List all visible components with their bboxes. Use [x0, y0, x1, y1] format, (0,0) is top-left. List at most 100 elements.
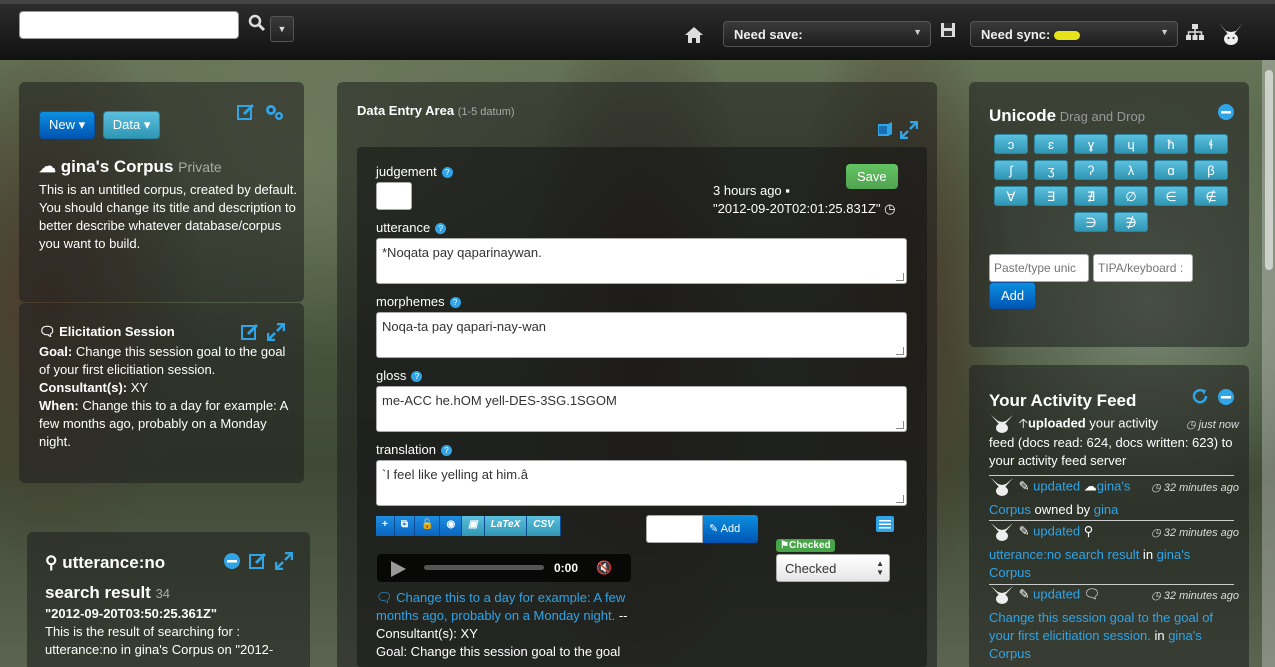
copy-icon[interactable]: ⧉	[394, 516, 415, 536]
new-dropdown-button[interactable]: New ▾	[39, 111, 96, 139]
save-disk-icon[interactable]	[940, 22, 956, 43]
feed-target-link[interactable]: gina's	[1168, 628, 1202, 643]
help-icon: ?	[440, 445, 452, 457]
unicode-key[interactable]: λ	[1114, 160, 1148, 180]
session-goal: Goal: Change this session goal to the go…	[39, 344, 286, 377]
edit-icon[interactable]	[241, 323, 259, 344]
feed-action-link[interactable]: updated	[1033, 523, 1080, 538]
feed-action-link[interactable]: updated	[1033, 586, 1080, 601]
session-link[interactable]: 🗨 Change this to a day for example: A fe…	[376, 590, 625, 623]
unicode-key[interactable]: ∋	[1074, 212, 1108, 232]
feed-target-link[interactable]: utterance:no search result	[989, 547, 1139, 562]
latex-button[interactable]: LaTeX	[484, 516, 528, 536]
collapse-icon[interactable]	[1217, 103, 1235, 124]
duplicate-icon[interactable]: ▣	[462, 516, 485, 536]
edit-icon[interactable]	[237, 103, 255, 124]
play-icon[interactable]	[391, 561, 406, 577]
feed-item: ✎ updated 🗨 ◷ 32 minutes ago Change this…	[989, 586, 1239, 661]
collapse-icon[interactable]	[223, 552, 241, 573]
need-sync-label: Need sync:	[981, 27, 1051, 42]
unicode-key[interactable]: ħ	[1154, 134, 1188, 154]
unicode-paste-input[interactable]	[989, 254, 1089, 282]
csv-button[interactable]: CSV	[527, 516, 561, 536]
unicode-key[interactable]: ɑ	[1154, 160, 1188, 180]
unicode-heading: Unicode Drag and Drop	[989, 106, 1145, 125]
sync-status-pill	[1054, 31, 1081, 41]
checked-badge: ⚑Checked	[776, 539, 835, 552]
need-save-dropdown[interactable]: Need save: ▼	[723, 21, 931, 47]
save-button[interactable]: Save	[846, 164, 898, 189]
add-datum-button[interactable]: +	[376, 516, 395, 536]
unicode-key[interactable]: ɔ	[994, 134, 1028, 154]
user-avatar	[991, 415, 1013, 433]
pencil-icon: ✎	[1018, 478, 1030, 494]
morphemes-field[interactable]: Noqa-ta pay qapari-nay-wan	[376, 312, 907, 358]
datum-toolbar: + ⧉ 🔓 ◉ ▣ LaTeX CSV	[376, 516, 561, 536]
unicode-key[interactable]: ∉	[1194, 186, 1228, 206]
unicode-key[interactable]: ∌	[1114, 212, 1148, 232]
list-icon[interactable]	[876, 516, 894, 535]
add-tag-button[interactable]: ✎ Add	[703, 515, 758, 543]
expand-icon[interactable]	[274, 551, 294, 573]
unicode-key[interactable]: ∅	[1114, 186, 1148, 206]
need-sync-dropdown[interactable]: Need sync: ▼	[970, 21, 1178, 47]
session-goal-summary: Goal: Change this session goal to the go…	[376, 644, 621, 659]
edit-icon[interactable]	[249, 552, 267, 573]
cloud-icon: ☁	[39, 157, 56, 176]
feed-time: ◷ 32 minutes ago	[1151, 482, 1239, 494]
search-date: "2012-09-20T03:50:25.361Z"	[45, 606, 218, 621]
unicode-key[interactable]: ɬ	[1194, 134, 1228, 154]
unlock-icon[interactable]: 🔓	[414, 516, 441, 536]
feed-action-link[interactable]: updated	[1033, 478, 1080, 493]
help-icon: ?	[449, 297, 461, 309]
mute-icon[interactable]: 🔇	[596, 560, 612, 576]
feed-target-link[interactable]: Corpus	[989, 565, 1031, 580]
unicode-key[interactable]: ɛ	[1034, 134, 1068, 154]
unicode-key[interactable]: β	[1194, 160, 1228, 180]
search-icon: ⚲	[45, 553, 58, 572]
add-unicode-button[interactable]: Add	[989, 282, 1037, 309]
unicode-key[interactable]: ʔ	[1074, 160, 1108, 180]
select-arrows-icon: ▲ ▼	[876, 559, 884, 577]
user-avatar[interactable]	[1218, 21, 1244, 47]
feed-target-link[interactable]: gina's	[1097, 478, 1131, 493]
collapse-icon[interactable]	[1217, 388, 1235, 409]
refresh-icon[interactable]	[1190, 388, 1210, 409]
feed-target-link[interactable]: gina's	[1157, 547, 1191, 562]
unicode-key[interactable]: ʃ	[994, 160, 1028, 180]
unicode-key[interactable]: ɥ	[1114, 134, 1148, 154]
unicode-key[interactable]: ɣ	[1074, 134, 1108, 154]
search-input[interactable]	[19, 11, 239, 39]
audio-progress-bar[interactable]	[424, 565, 544, 570]
feed-owner-link[interactable]: gina	[1094, 502, 1119, 517]
judgement-input[interactable]	[376, 182, 412, 210]
comments-icon: 🗨	[376, 590, 393, 605]
home-icon[interactable]	[684, 26, 704, 49]
gloss-field[interactable]: me-ACC he.hOM yell-DES-3SG.1SGOM	[376, 386, 907, 432]
user-avatar	[991, 523, 1013, 541]
settings-icon[interactable]	[264, 103, 284, 124]
unicode-key[interactable]: ∄	[1074, 186, 1108, 206]
translation-field[interactable]: `I feel like yelling at him.â	[376, 460, 907, 506]
network-icon[interactable]	[1186, 24, 1204, 44]
tag-input[interactable]	[646, 515, 703, 543]
eye-icon[interactable]: ◉	[440, 516, 463, 536]
feed-target-link[interactable]: Corpus	[989, 646, 1031, 661]
book-icon[interactable]	[876, 122, 894, 141]
tipa-input[interactable]	[1093, 254, 1193, 282]
data-dropdown-button[interactable]: Data ▾	[102, 111, 161, 139]
scrollbar-thumb[interactable]	[1265, 70, 1273, 270]
utterance-field[interactable]: *Noqata pay qaparinaywan.	[376, 238, 907, 284]
unicode-key[interactable]: ∃	[1034, 186, 1068, 206]
expand-icon[interactable]	[899, 120, 919, 142]
unicode-key[interactable]: ∀	[994, 186, 1028, 206]
unicode-key[interactable]: ∈	[1154, 186, 1188, 206]
validation-status-select[interactable]: Checked ▲ ▼	[776, 554, 890, 582]
privacy-label: Private	[178, 159, 222, 175]
help-icon: ?	[411, 371, 423, 383]
expand-icon[interactable]	[266, 322, 286, 344]
search-icon[interactable]	[248, 14, 268, 34]
search-options-button[interactable]: ▼	[270, 16, 294, 42]
unicode-key[interactable]: ʒ	[1034, 160, 1068, 180]
feed-target-link[interactable]: Corpus	[989, 502, 1031, 517]
